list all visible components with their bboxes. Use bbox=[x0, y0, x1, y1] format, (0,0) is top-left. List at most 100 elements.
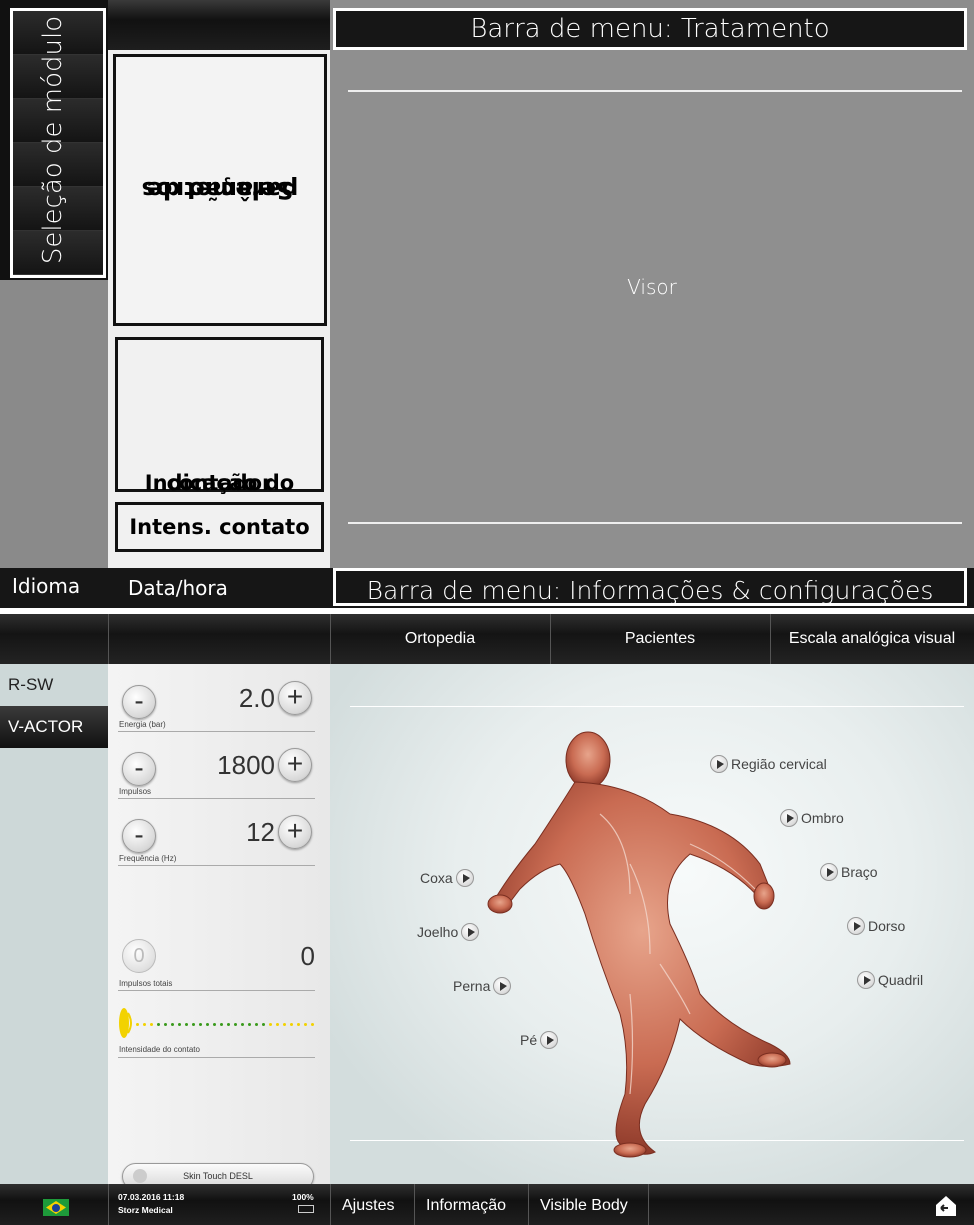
module-r-sw[interactable]: R-SW bbox=[0, 664, 108, 706]
diagram-param-line2: parâmetros bbox=[141, 176, 299, 204]
frequency-value: 12 bbox=[246, 817, 275, 847]
contact-dot bbox=[206, 1023, 209, 1026]
region-pe-label: Pé bbox=[520, 1032, 538, 1048]
diagram-top-filler bbox=[108, 0, 330, 50]
contact-dot bbox=[136, 1023, 139, 1026]
frequency-minus-button[interactable]: - bbox=[122, 819, 156, 853]
skin-touch-label: Skin Touch DESL bbox=[183, 1171, 253, 1181]
top-menu-bar: Ortopedia Pacientes Escala analógica vis… bbox=[0, 614, 974, 664]
diagram-contact-intensity: Intens. contato bbox=[115, 502, 324, 552]
tab-ortopedia[interactable]: Ortopedia bbox=[330, 614, 550, 664]
battery-percent: 100% bbox=[292, 1192, 314, 1202]
region-joelho[interactable]: Joelho bbox=[417, 923, 480, 941]
region-dorso[interactable]: Dorso bbox=[847, 917, 905, 935]
module-sidebar: R-SW V-ACTOR bbox=[0, 664, 108, 1184]
energy-minus-button[interactable]: - bbox=[122, 685, 156, 719]
contact-dot bbox=[220, 1023, 223, 1026]
region-cervical[interactable]: Região cervical bbox=[710, 755, 827, 773]
play-icon bbox=[710, 755, 728, 773]
region-joelho-label: Joelho bbox=[417, 924, 459, 940]
impulses-minus-button[interactable]: - bbox=[122, 752, 156, 786]
contact-intensity-row: Intensidade do contato bbox=[118, 1008, 325, 1069]
energy-label: Energia (bar) bbox=[119, 720, 166, 729]
reset-counter-button[interactable]: 0 bbox=[122, 939, 156, 973]
diagram-left-lower bbox=[0, 280, 108, 568]
frequency-label: Frequência (Hz) bbox=[119, 854, 177, 863]
energy-value: 2.0 bbox=[238, 683, 275, 713]
region-dorso-label: Dorso bbox=[868, 918, 906, 934]
bottom-menu-bar: 07.03.2016 11:18 Storz Medical 100% Ajus… bbox=[0, 1184, 974, 1225]
region-perna-label: Perna bbox=[453, 978, 491, 994]
tab-pacientes[interactable]: Pacientes bbox=[550, 614, 770, 664]
contact-sensor-icon bbox=[119, 1008, 132, 1038]
play-icon bbox=[461, 923, 480, 941]
play-icon bbox=[780, 809, 798, 827]
contact-dot bbox=[304, 1023, 307, 1026]
status-company: Storz Medical bbox=[118, 1205, 173, 1215]
contact-dot bbox=[276, 1023, 279, 1026]
contact-intensity-label: Intensidade do contato bbox=[119, 1045, 200, 1054]
contact-dot bbox=[192, 1023, 195, 1026]
flag-brazil-icon[interactable] bbox=[43, 1199, 69, 1216]
contact-dot bbox=[213, 1023, 216, 1026]
diagram-datetime: Data/hora bbox=[128, 576, 228, 600]
impulses-value: 1800 bbox=[217, 750, 275, 780]
diagram-counter-line2: contador bbox=[166, 471, 273, 495]
energy-plus-button[interactable]: + bbox=[278, 681, 312, 715]
contact-dot bbox=[150, 1023, 153, 1026]
diagram-language: Idioma bbox=[12, 574, 81, 598]
region-quadril[interactable]: Quadril bbox=[857, 971, 923, 989]
region-perna[interactable]: Perna bbox=[453, 977, 512, 995]
play-icon bbox=[820, 863, 838, 881]
status-datetime: 07.03.2016 11:18 Storz Medical bbox=[118, 1191, 184, 1217]
menu-ajustes[interactable]: Ajustes bbox=[342, 1184, 394, 1225]
region-braco[interactable]: Braço bbox=[820, 863, 878, 881]
region-braco-label: Braço bbox=[841, 864, 878, 880]
region-coxa-label: Coxa bbox=[420, 870, 453, 886]
play-icon bbox=[493, 977, 512, 995]
total-impulses-label: Impulsos totais bbox=[119, 979, 173, 988]
region-coxa[interactable]: Coxa bbox=[420, 869, 474, 887]
impulses-plus-button[interactable]: + bbox=[278, 748, 312, 782]
contact-intensity-indicator bbox=[136, 1023, 316, 1027]
total-impulses-value: 0 bbox=[300, 941, 315, 971]
contact-dot bbox=[248, 1023, 251, 1026]
contact-dot bbox=[164, 1023, 167, 1026]
contact-dot bbox=[227, 1023, 230, 1026]
battery-icon bbox=[297, 1205, 314, 1213]
battery-status: 100% bbox=[292, 1191, 314, 1217]
diagram-info-settings-menu-bar: Barra de menu: Informações & configuraçõ… bbox=[333, 568, 967, 606]
diagram-display-area: Visor bbox=[330, 50, 974, 568]
contact-dot bbox=[297, 1023, 300, 1026]
sound-icon bbox=[133, 1169, 147, 1183]
contact-dot bbox=[185, 1023, 188, 1026]
frequency-row: - 12 + Frequência (Hz) bbox=[118, 815, 325, 875]
menu-visible-body[interactable]: Visible Body bbox=[540, 1184, 628, 1225]
diagram-counter-indicator: Indicação do contador bbox=[115, 337, 324, 495]
menu-informacao[interactable]: Informação bbox=[426, 1184, 506, 1225]
frequency-plus-button[interactable]: + bbox=[278, 815, 312, 849]
region-pe[interactable]: Pé bbox=[520, 1031, 559, 1049]
contact-dot bbox=[241, 1023, 244, 1026]
total-impulses-row: 0 0 Impulsos totais bbox=[118, 935, 325, 995]
home-return-icon[interactable] bbox=[932, 1191, 960, 1219]
module-v-actor[interactable]: V-ACTOR bbox=[0, 706, 108, 748]
contact-dot bbox=[262, 1023, 265, 1026]
parameter-panel: - 2.0 + Energia (bar) - 1800 + Impulsos … bbox=[108, 664, 330, 1190]
contact-dot bbox=[311, 1023, 314, 1026]
region-ombro[interactable]: Ombro bbox=[780, 809, 844, 827]
energy-row: - 2.0 + Energia (bar) bbox=[118, 681, 325, 741]
contact-dot bbox=[178, 1023, 181, 1026]
contact-dot bbox=[157, 1023, 160, 1026]
body-region-display: Região cervical Ombro Braço Dorso Quadri… bbox=[330, 664, 974, 1184]
contact-dot bbox=[290, 1023, 293, 1026]
contact-dot bbox=[255, 1023, 258, 1026]
layout-diagram: Barra de menu: Tratamento Seleção de mód… bbox=[0, 0, 974, 608]
impulses-label: Impulsos bbox=[119, 787, 152, 796]
play-icon bbox=[455, 869, 474, 887]
contact-dot bbox=[171, 1023, 174, 1026]
diagram-treatment-menu-bar: Barra de menu: Tratamento bbox=[333, 8, 967, 50]
contact-dot bbox=[283, 1023, 286, 1026]
tab-visual-analog-scale[interactable]: Escala analógica visual bbox=[770, 614, 974, 664]
contact-dot bbox=[234, 1023, 237, 1026]
